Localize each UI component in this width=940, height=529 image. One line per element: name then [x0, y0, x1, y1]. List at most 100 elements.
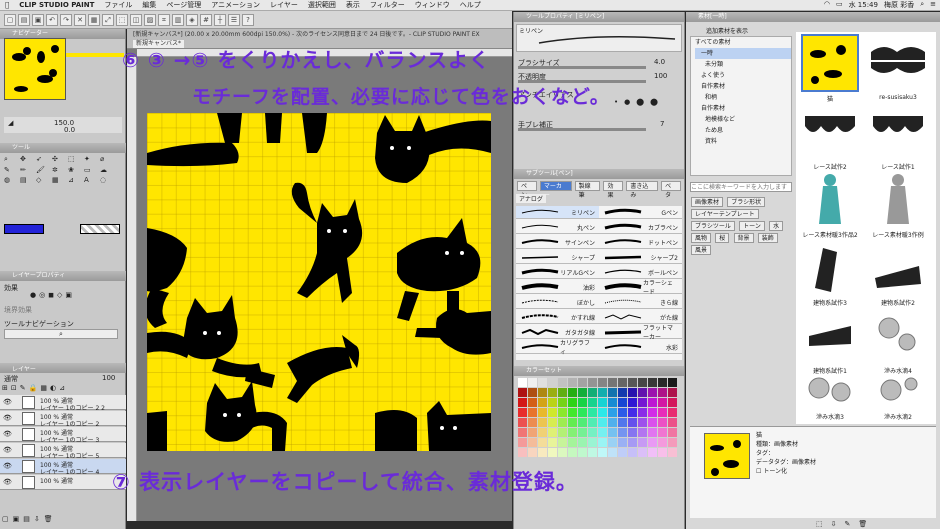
color-swatch[interactable] — [528, 448, 537, 457]
color-swatch[interactable] — [528, 408, 537, 417]
color-swatch[interactable] — [568, 388, 577, 397]
color-swatch[interactable] — [548, 408, 557, 417]
color-swatch[interactable] — [668, 438, 677, 447]
tag-button[interactable]: ブラシツール — [691, 221, 735, 231]
color-swatch[interactable] — [638, 428, 647, 437]
menu-animation[interactable]: アニメーション — [206, 0, 265, 10]
selection-tool-icon[interactable]: ⬚ — [68, 155, 82, 164]
color-swatch[interactable] — [578, 398, 587, 407]
subtool-tab-line[interactable]: 製線筆 — [574, 181, 601, 199]
tag-button[interactable]: 背景 — [733, 233, 754, 243]
menu-file[interactable]: ファイル — [99, 0, 137, 10]
color-swatch[interactable] — [598, 408, 607, 417]
ruler-icon[interactable]: ▥ — [172, 13, 184, 26]
color-swatch[interactable] — [658, 418, 667, 427]
layer-opacity[interactable]: 100 — [102, 374, 115, 382]
eraser-icon[interactable]: ▭ — [84, 166, 98, 174]
color-swatch[interactable] — [588, 438, 597, 447]
color-swatch[interactable] — [528, 388, 537, 397]
brush-item[interactable]: ぼかし — [516, 296, 599, 309]
color-swatch[interactable] — [668, 398, 677, 407]
color-swatch[interactable] — [638, 418, 647, 427]
effect-extract-icon[interactable]: ◇ — [57, 291, 62, 299]
color-swatch[interactable] — [558, 408, 567, 417]
move-tool-icon[interactable]: ✥ — [20, 155, 34, 164]
color-swatch[interactable] — [658, 448, 667, 457]
apply-icon[interactable]: ⇩ — [831, 520, 837, 528]
color-swatch[interactable] — [638, 398, 647, 407]
delete-layer-icon[interactable]: 🗑 — [44, 515, 53, 523]
effect-border-icon[interactable]: ● — [30, 291, 36, 299]
color-swatch[interactable] — [618, 378, 627, 387]
tone-checkbox[interactable]: ☐ — [756, 468, 761, 475]
material-item[interactable]: レース素材暖3作品2 — [798, 170, 862, 239]
color-swatch[interactable] — [518, 438, 527, 447]
layer-row[interactable]: 👁 100 % 通常 — [0, 475, 126, 490]
color-swatch[interactable] — [548, 428, 557, 437]
color-swatch[interactable] — [608, 428, 617, 437]
move-layer-icon[interactable]: ✣ — [52, 155, 66, 164]
eye-icon[interactable]: 👁 — [3, 398, 12, 406]
color-swatch[interactable] — [638, 408, 647, 417]
subtool-tab-effect[interactable]: 効果 — [603, 181, 624, 199]
color-swatch[interactable] — [648, 448, 657, 457]
brush-item[interactable]: きら線 — [599, 296, 682, 309]
layer-row-selected[interactable]: 👁 100 % 通常 レイヤー 1のコピー 4 — [0, 459, 126, 476]
rotate-value[interactable]: 0.0 — [64, 126, 75, 134]
color-swatch[interactable] — [638, 448, 647, 457]
menu-page[interactable]: ページ管理 — [161, 0, 206, 10]
material-item[interactable]: 建物系試作3 — [798, 238, 862, 307]
color-swatch[interactable] — [608, 378, 617, 387]
tree-item[interactable]: 自作素材 — [695, 81, 791, 92]
material-item[interactable]: 滲み水滴4 — [866, 306, 930, 375]
balloon-icon[interactable]: ◌ — [100, 176, 114, 184]
brush-item[interactable]: フラットマーカー — [599, 325, 682, 341]
alpha-lock-icon[interactable]: ▦ — [40, 384, 47, 392]
ruler-link-icon[interactable]: ⊿ — [59, 384, 65, 392]
color-swatch[interactable] — [648, 438, 657, 447]
help-icon[interactable]: ? — [242, 13, 254, 26]
navigator-thumbnail[interactable] — [4, 38, 66, 100]
effect-color-icon[interactable]: ◼ — [48, 291, 54, 299]
brush-item[interactable]: 水彩 — [599, 341, 682, 354]
tag-button[interactable]: 風景 — [691, 245, 712, 255]
new-raster-layer-icon[interactable]: ▢ — [2, 515, 9, 523]
color-swatch[interactable] — [628, 398, 637, 407]
zoom-slider-icon[interactable]: ◢ — [8, 119, 13, 127]
open-icon[interactable]: ▤ — [18, 13, 30, 26]
color-swatch[interactable] — [588, 388, 597, 397]
color-swatch[interactable] — [528, 428, 537, 437]
color-swatch[interactable] — [538, 398, 547, 407]
color-swatch[interactable] — [648, 388, 657, 397]
tag-button[interactable]: 画像素材 — [691, 197, 724, 207]
brush-item[interactable]: Gペン — [599, 206, 682, 219]
color-swatch[interactable] — [548, 378, 557, 387]
color-swatch[interactable] — [598, 418, 607, 427]
brush-item[interactable]: かすれ線 — [516, 311, 599, 324]
brush-item[interactable]: リアルGペン — [516, 266, 599, 279]
menu-selection[interactable]: 選択範囲 — [303, 0, 341, 10]
effect-tone-icon[interactable]: ◎ — [39, 291, 45, 299]
color-swatch[interactable] — [658, 428, 667, 437]
brush-item[interactable]: シャープ — [516, 251, 599, 264]
color-swatch[interactable] — [608, 438, 617, 447]
decoration-icon[interactable]: ❀ — [68, 166, 82, 174]
drawing-canvas[interactable] — [147, 113, 491, 451]
color-swatch[interactable] — [618, 438, 627, 447]
material-item[interactable]: 滲み水滴3 — [798, 370, 862, 421]
color-swatch[interactable] — [578, 378, 587, 387]
color-swatch[interactable] — [518, 418, 527, 427]
layer-row[interactable]: 👁 100 % 通常 レイヤー 1のコピー 3 — [0, 427, 126, 444]
auto-select-icon[interactable]: ✦ — [84, 155, 98, 164]
eyedropper-icon[interactable]: ⌀ — [100, 155, 114, 164]
eye-icon[interactable]: 👁 — [3, 446, 12, 454]
new-folder-icon[interactable]: ▤ — [23, 515, 30, 523]
gradient-icon[interactable]: ▤ — [20, 176, 34, 184]
new-vector-layer-icon[interactable]: ▣ — [13, 515, 20, 523]
color-swatch[interactable] — [558, 428, 567, 437]
subtool-tab-pen[interactable]: ペン — [517, 181, 537, 199]
zoom-tool-icon[interactable]: ⌕ — [4, 155, 18, 164]
color-swatch[interactable] — [538, 418, 547, 427]
material-item[interactable]: re-susisaku3 — [866, 34, 930, 101]
layer-row[interactable]: 👁 100 % 通常 レイヤー 1のコピー 5 — [0, 443, 126, 460]
